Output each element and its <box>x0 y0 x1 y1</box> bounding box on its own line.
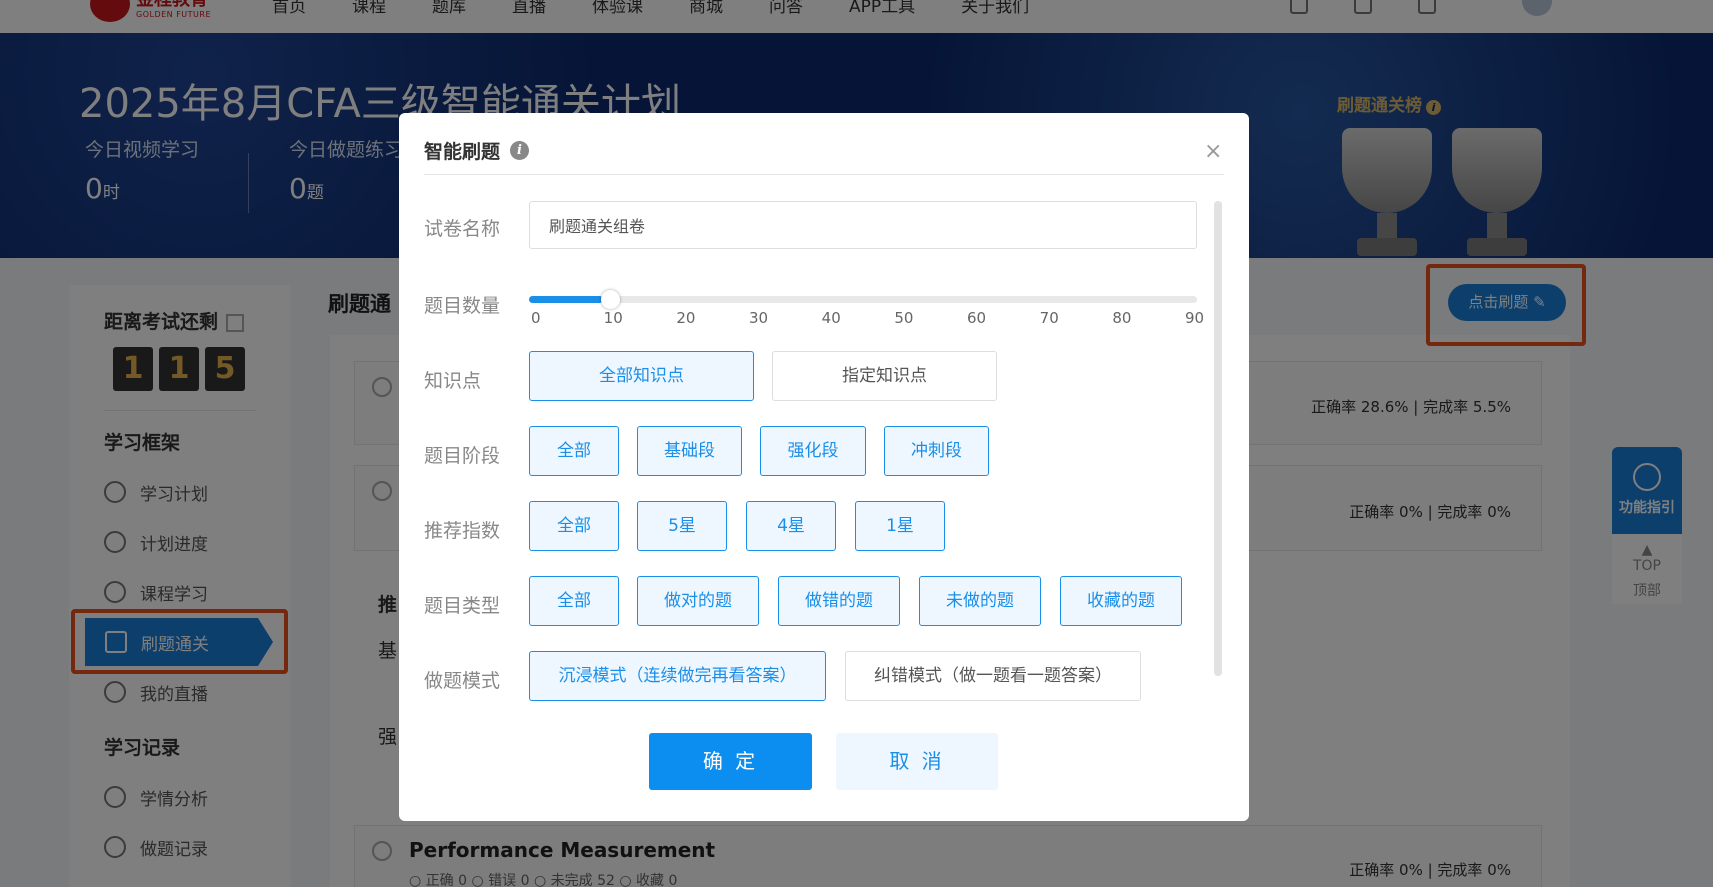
smart-practice-dialog: 智能刷题 i × 试卷名称 题目数量 0 10 20 30 40 50 60 70 80 90 知… <box>399 113 1249 821</box>
paper-name-input[interactable] <box>529 201 1197 249</box>
slider-tick-label: 50 <box>894 309 914 327</box>
dialog-title: 智能刷题 i <box>424 137 530 164</box>
type-option-undone[interactable]: 未做的题 <box>919 576 1041 626</box>
slider-tick-label: 40 <box>821 309 841 327</box>
slider-tick-label: 90 <box>1185 309 1205 327</box>
slider-tick-label: 10 <box>603 309 623 327</box>
recommend-option-5-star[interactable]: 5星 <box>637 501 727 551</box>
recommend-label: 推荐指数 <box>424 520 501 542</box>
stage-option-all[interactable]: 全部 <box>529 426 619 476</box>
stage-option-basic[interactable]: 基础段 <box>637 426 742 476</box>
scrollbar[interactable] <box>1214 201 1222 676</box>
type-option-all[interactable]: 全部 <box>529 576 619 626</box>
recommend-option-all[interactable]: 全部 <box>529 501 619 551</box>
type-label: 题目类型 <box>424 595 501 617</box>
confirm-button[interactable]: 确 定 <box>649 733 812 790</box>
knowledge-option-specific[interactable]: 指定知识点 <box>772 351 997 401</box>
type-option-wrong[interactable]: 做错的题 <box>778 576 900 626</box>
recommend-option-4-star[interactable]: 4星 <box>746 501 836 551</box>
stage-option-advanced[interactable]: 强化段 <box>760 426 866 476</box>
type-option-favorite[interactable]: 收藏的题 <box>1060 576 1182 626</box>
paper-name-label: 试卷名称 <box>424 218 501 240</box>
stage-label: 题目阶段 <box>424 445 501 467</box>
slider-tick-label: 30 <box>749 309 769 327</box>
slider-handle[interactable] <box>601 290 621 309</box>
knowledge-label: 知识点 <box>424 370 482 392</box>
question-count-label: 题目数量 <box>424 295 501 317</box>
info-icon[interactable]: i <box>510 141 530 160</box>
dialog-title-text: 智能刷题 <box>424 141 501 163</box>
cancel-button[interactable]: 取 消 <box>836 733 998 790</box>
slider-tick-label: 60 <box>967 309 987 327</box>
divider <box>424 174 1224 175</box>
close-icon[interactable]: × <box>1204 139 1222 164</box>
slider-tick-label: 0 <box>531 309 541 327</box>
mode-option-immersive[interactable]: 沉浸模式（连续做完再看答案） <box>529 651 826 701</box>
stage-option-sprint[interactable]: 冲刺段 <box>884 426 989 476</box>
mode-label: 做题模式 <box>424 670 501 692</box>
type-option-correct[interactable]: 做对的题 <box>637 576 759 626</box>
slider-ticks: 0 10 20 30 40 50 60 70 80 90 <box>529 309 1204 329</box>
question-count-slider[interactable] <box>529 290 1197 309</box>
slider-tick-label: 20 <box>676 309 696 327</box>
slider-fill <box>529 296 604 303</box>
mode-option-correction[interactable]: 纠错模式（做一题看一题答案） <box>845 651 1141 701</box>
slider-tick-label: 70 <box>1039 309 1059 327</box>
recommend-option-1-star[interactable]: 1星 <box>855 501 945 551</box>
slider-tick-label: 80 <box>1112 309 1132 327</box>
knowledge-option-all[interactable]: 全部知识点 <box>529 351 754 401</box>
